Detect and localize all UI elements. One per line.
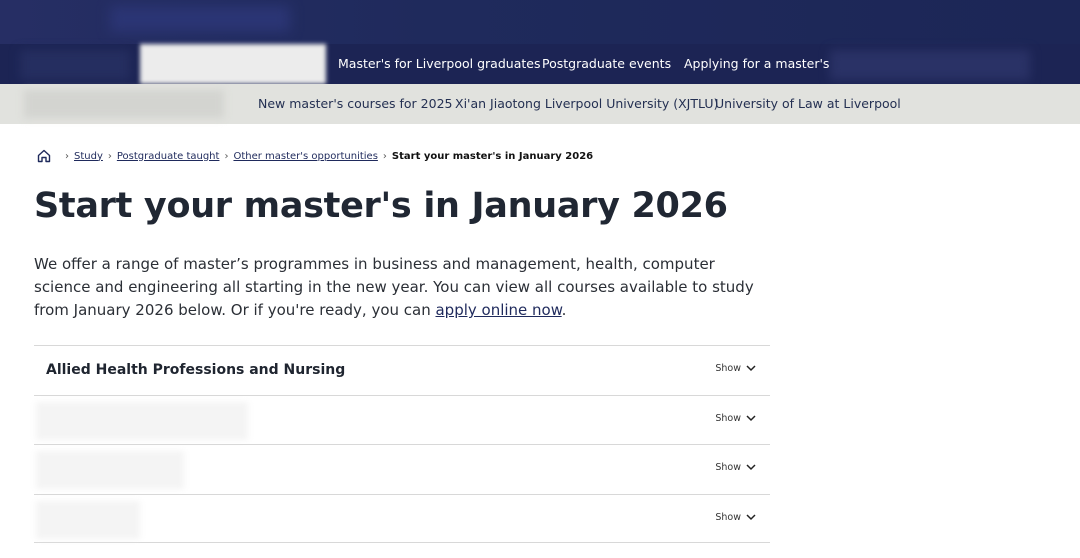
intro-end: . (561, 301, 567, 319)
chevron-down-icon (746, 365, 756, 372)
show-toggle[interactable]: Show (715, 512, 756, 523)
accordion-item[interactable]: Show (34, 493, 770, 543)
show-label: Show (715, 363, 741, 374)
nav-link-applying[interactable]: Applying for a master's (684, 56, 829, 71)
blurred-region (36, 500, 140, 539)
breadcrumb-current: Start your master's in January 2026 (391, 150, 594, 162)
apply-online-link[interactable]: apply online now (435, 301, 561, 319)
blurred-region (36, 451, 184, 489)
breadcrumb-separator: › (382, 150, 387, 162)
primary-nav: Master's for Liverpool graduates Postgra… (0, 44, 1080, 84)
breadcrumb: › Study › Postgraduate taught › Other ma… (36, 147, 593, 165)
top-header-bar (0, 0, 1080, 44)
chevron-down-icon (746, 464, 756, 471)
nav-link-liverpool-graduates[interactable]: Master's for Liverpool graduates (338, 56, 540, 71)
show-label: Show (715, 462, 741, 473)
show-toggle[interactable]: Show (715, 462, 756, 473)
secondary-nav: New master's courses for 2025 Xi'an Jiao… (0, 84, 1080, 124)
blurred-region (20, 50, 130, 80)
chevron-down-icon (746, 513, 756, 520)
home-icon[interactable] (36, 148, 52, 164)
intro-text: We offer a range of master’s programmes … (34, 255, 754, 319)
breadcrumb-link-other-opportunities[interactable]: Other master's opportunities (233, 151, 377, 162)
breadcrumb-separator: › (65, 150, 69, 162)
blurred-region (110, 6, 290, 32)
intro-paragraph: We offer a range of master’s programmes … (34, 253, 774, 322)
blurred-region (36, 401, 248, 440)
accordion-item[interactable]: Show (34, 444, 770, 494)
show-label: Show (715, 412, 741, 424)
breadcrumb-link-postgraduate-taught[interactable]: Postgraduate taught (117, 151, 220, 162)
blurred-region (830, 50, 1030, 80)
subject-accordion: Allied Health Professions and Nursing Sh… (34, 345, 770, 543)
accordion-title[interactable]: Allied Health Professions and Nursing (46, 362, 345, 378)
breadcrumb-link-study[interactable]: Study (74, 151, 103, 162)
blurred-region (24, 90, 224, 118)
breadcrumb-separator: › (107, 150, 112, 162)
nav-link-new-courses[interactable]: New master's courses for 2025 (258, 96, 452, 111)
show-toggle[interactable]: Show (715, 413, 756, 424)
nav-link-xjtlu[interactable]: Xi'an Jiaotong Liverpool University (XJT… (455, 96, 718, 111)
accordion-item[interactable]: Show (34, 394, 770, 445)
show-label: Show (715, 511, 741, 523)
page-title: Start your master's in January 2026 (34, 186, 728, 226)
breadcrumb-separator: › (224, 150, 229, 162)
logo-placeholder[interactable] (140, 44, 326, 84)
show-toggle[interactable]: Show (715, 363, 756, 374)
accordion-item[interactable]: Allied Health Professions and Nursing Sh… (34, 345, 770, 395)
nav-link-university-of-law[interactable]: University of Law at Liverpool (715, 96, 901, 111)
nav-link-postgraduate-events[interactable]: Postgraduate events (542, 56, 671, 71)
chevron-down-icon (746, 414, 756, 421)
